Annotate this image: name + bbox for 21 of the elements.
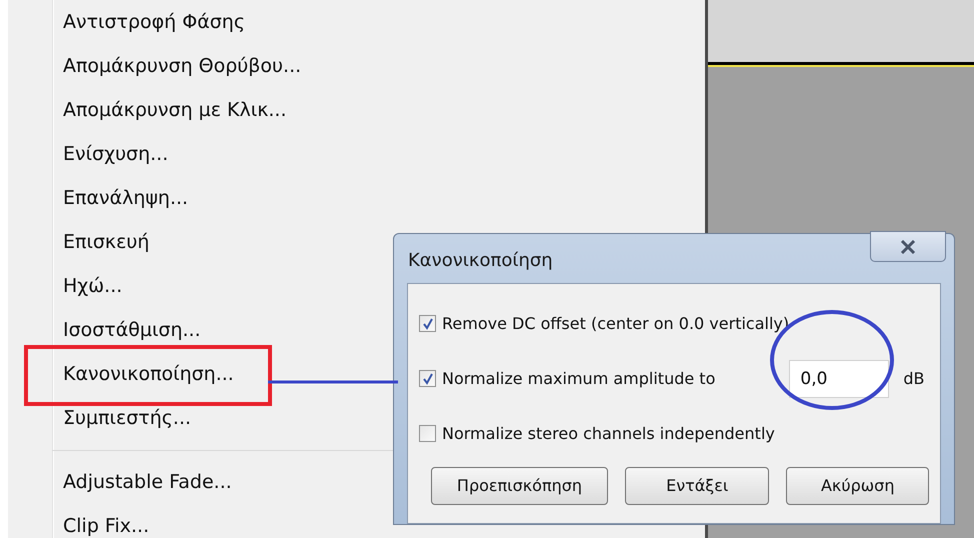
menu-item[interactable]: Clip Fix... bbox=[63, 512, 150, 538]
unit-label: dB bbox=[903, 368, 925, 390]
option-label: Remove DC offset (center on 0.0 vertically) bbox=[442, 312, 790, 334]
menu-item[interactable]: Επισκευή bbox=[63, 228, 150, 256]
option-label: Normalize maximum amplitude to bbox=[442, 368, 716, 390]
menu-item[interactable]: Απομάκρυνση Θορύβου... bbox=[63, 52, 302, 80]
dialog-button[interactable]: Εντάξει bbox=[624, 467, 770, 505]
menu-item[interactable]: Adjustable Fade... bbox=[63, 468, 232, 496]
menu-item[interactable]: Ενίσχυση... bbox=[63, 140, 168, 168]
dialog-button[interactable]: Προεπισκόπηση bbox=[431, 467, 608, 505]
amplitude-field[interactable]: 0,0 bbox=[789, 360, 890, 398]
menu-item[interactable]: Επανάληψη... bbox=[63, 184, 188, 212]
option-label: Normalize stereo channels independently bbox=[442, 422, 775, 444]
menu-item[interactable]: Ισοστάθμιση... bbox=[63, 316, 201, 344]
menu-item[interactable]: Αντιστροφή Φάσης bbox=[63, 8, 245, 36]
menu-item[interactable]: Ηχώ... bbox=[63, 272, 122, 300]
menu-item[interactable]: Συμπιεστής... bbox=[63, 404, 192, 432]
menu-item[interactable]: Κανονικοποίηση... bbox=[63, 360, 234, 388]
dialog-button[interactable]: Ακύρωση bbox=[786, 467, 929, 505]
menu-item[interactable]: Απομάκρυνση με Κλικ... bbox=[63, 96, 287, 124]
dialog-title: Κανονικοποίηση bbox=[408, 249, 553, 273]
